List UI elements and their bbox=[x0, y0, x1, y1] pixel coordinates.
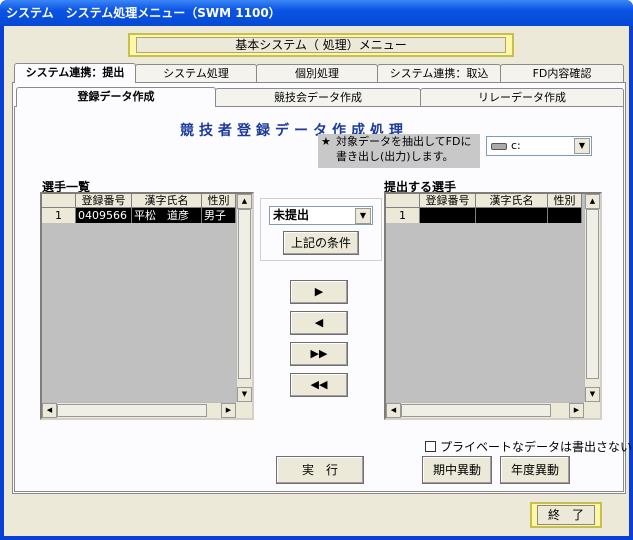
row-number[interactable]: 1 bbox=[42, 208, 76, 223]
cell-reg-no[interactable]: 0409566 bbox=[76, 208, 132, 223]
scroll-down-icon[interactable]: ▼ bbox=[585, 387, 600, 402]
column-header-reg-no[interactable]: 登録番号 bbox=[420, 194, 476, 208]
tab-system-link-submit[interactable]: システム連携：提出 bbox=[14, 63, 136, 83]
add-all-button[interactable]: ▶▶ bbox=[290, 342, 348, 366]
scroll-up-icon[interactable]: ▲ bbox=[237, 194, 252, 209]
tab-fd-contents[interactable]: FD内容確認 bbox=[500, 64, 624, 82]
row-number[interactable]: 1 bbox=[386, 208, 420, 223]
drive-select[interactable]: c: ▼ bbox=[486, 136, 592, 156]
note-line-1: 対象データを抽出してFDに bbox=[336, 135, 472, 148]
checkbox-box[interactable] bbox=[425, 441, 436, 452]
add-selected-button[interactable]: ▶ bbox=[290, 280, 348, 304]
column-header-name[interactable]: 漢字氏名 bbox=[476, 194, 548, 208]
tab-registration-data[interactable]: 登録データ作成 bbox=[16, 87, 216, 107]
note-line-2: 書き出し(出力)します。 bbox=[336, 150, 454, 163]
apply-condition-button[interactable]: 上記の条件 bbox=[283, 231, 359, 255]
tab-system-link-import[interactable]: システム連携：取込 bbox=[377, 64, 501, 82]
column-header-sex[interactable]: 性別 bbox=[548, 194, 582, 208]
tab-system-processing[interactable]: システム処理 bbox=[135, 64, 257, 82]
scroll-thumb[interactable] bbox=[57, 404, 207, 417]
scroll-right-icon[interactable]: ▶ bbox=[221, 403, 236, 418]
annual-transfer-button[interactable]: 年度異動 bbox=[500, 456, 570, 484]
execute-button[interactable]: 実 行 bbox=[276, 456, 364, 484]
row-header-corner bbox=[386, 194, 420, 208]
scroll-down-icon[interactable]: ▼ bbox=[237, 387, 252, 402]
scroll-up-icon[interactable]: ▲ bbox=[585, 194, 600, 209]
column-header-name[interactable]: 漢字氏名 bbox=[132, 194, 202, 208]
chevron-down-icon[interactable]: ▼ bbox=[355, 208, 371, 224]
private-data-checkbox[interactable]: プライベートなデータは書出さない bbox=[425, 438, 632, 455]
vertical-scrollbar[interactable]: ▲ ▼ bbox=[584, 194, 600, 402]
banner-text: 基本システム（ 処理）メニュー bbox=[136, 37, 506, 53]
cell-name[interactable] bbox=[476, 208, 548, 223]
private-data-label: プライベートなデータは書出さない bbox=[440, 440, 633, 454]
horizontal-scrollbar[interactable]: ◀ ▶ bbox=[42, 402, 236, 418]
scroll-right-icon[interactable]: ▶ bbox=[569, 403, 584, 418]
row-header-corner bbox=[42, 194, 76, 208]
remove-all-button[interactable]: ◀◀ bbox=[290, 373, 348, 397]
tab-meet-data[interactable]: 競技会データ作成 bbox=[215, 88, 421, 106]
scroll-thumb[interactable] bbox=[401, 404, 551, 417]
application-window: システム システム処理メニュー（SWM 1100） 基本システム（ 処理）メニュ… bbox=[0, 0, 633, 540]
remove-selected-button[interactable]: ◀ bbox=[290, 311, 348, 335]
submit-list-grid[interactable]: 登録番号 漢字氏名 性別 1 ▲ ▼ ◀ ▶ bbox=[384, 192, 602, 420]
horizontal-scrollbar[interactable]: ◀ ▶ bbox=[386, 402, 584, 418]
scroll-corner bbox=[236, 402, 252, 418]
cell-reg-no[interactable] bbox=[420, 208, 476, 223]
window-title: システム システム処理メニュー（SWM 1100） bbox=[0, 0, 633, 26]
tab-individual-processing[interactable]: 個別処理 bbox=[256, 64, 378, 82]
info-note: ★ 対象データを抽出してFDに 書き出し(出力)します。 bbox=[318, 134, 480, 168]
column-header-sex[interactable]: 性別 bbox=[202, 194, 236, 208]
mid-term-transfer-button[interactable]: 期中異動 bbox=[422, 456, 492, 484]
drive-value: c: bbox=[511, 139, 521, 152]
status-filter-select[interactable]: 未提出 ▼ bbox=[269, 206, 373, 225]
scroll-thumb[interactable] bbox=[586, 209, 599, 379]
vertical-scrollbar[interactable]: ▲ ▼ bbox=[236, 194, 252, 402]
exit-button-label: 終 了 bbox=[536, 505, 595, 525]
hard-drive-icon bbox=[491, 143, 507, 150]
cell-name[interactable]: 平松 道彦 bbox=[132, 208, 202, 223]
tab-relay-data[interactable]: リレーデータ作成 bbox=[420, 88, 624, 106]
player-list-grid[interactable]: 登録番号 漢字氏名 性別 1 0409566 平松 道彦 男子 ▲ ▼ ◀ ▶ bbox=[40, 192, 254, 420]
client-area: 基本システム（ 処理）メニュー システム連携：提出 システム処理 個別処理 シス… bbox=[4, 26, 632, 536]
filter-group: 未提出 ▼ 上記の条件 bbox=[260, 198, 382, 261]
status-filter-value: 未提出 bbox=[273, 208, 310, 222]
scroll-left-icon[interactable]: ◀ bbox=[386, 403, 401, 418]
scroll-left-icon[interactable]: ◀ bbox=[42, 403, 57, 418]
exit-button[interactable]: 終 了 bbox=[530, 502, 602, 528]
menu-banner: 基本システム（ 処理）メニュー bbox=[128, 33, 514, 57]
cell-sex[interactable]: 男子 bbox=[202, 208, 236, 223]
star-icon: ★ bbox=[321, 135, 331, 148]
scroll-thumb[interactable] bbox=[238, 209, 251, 379]
cell-sex[interactable] bbox=[548, 208, 582, 223]
chevron-down-icon[interactable]: ▼ bbox=[574, 138, 590, 154]
column-header-reg-no[interactable]: 登録番号 bbox=[76, 194, 132, 208]
scroll-corner bbox=[584, 402, 600, 418]
